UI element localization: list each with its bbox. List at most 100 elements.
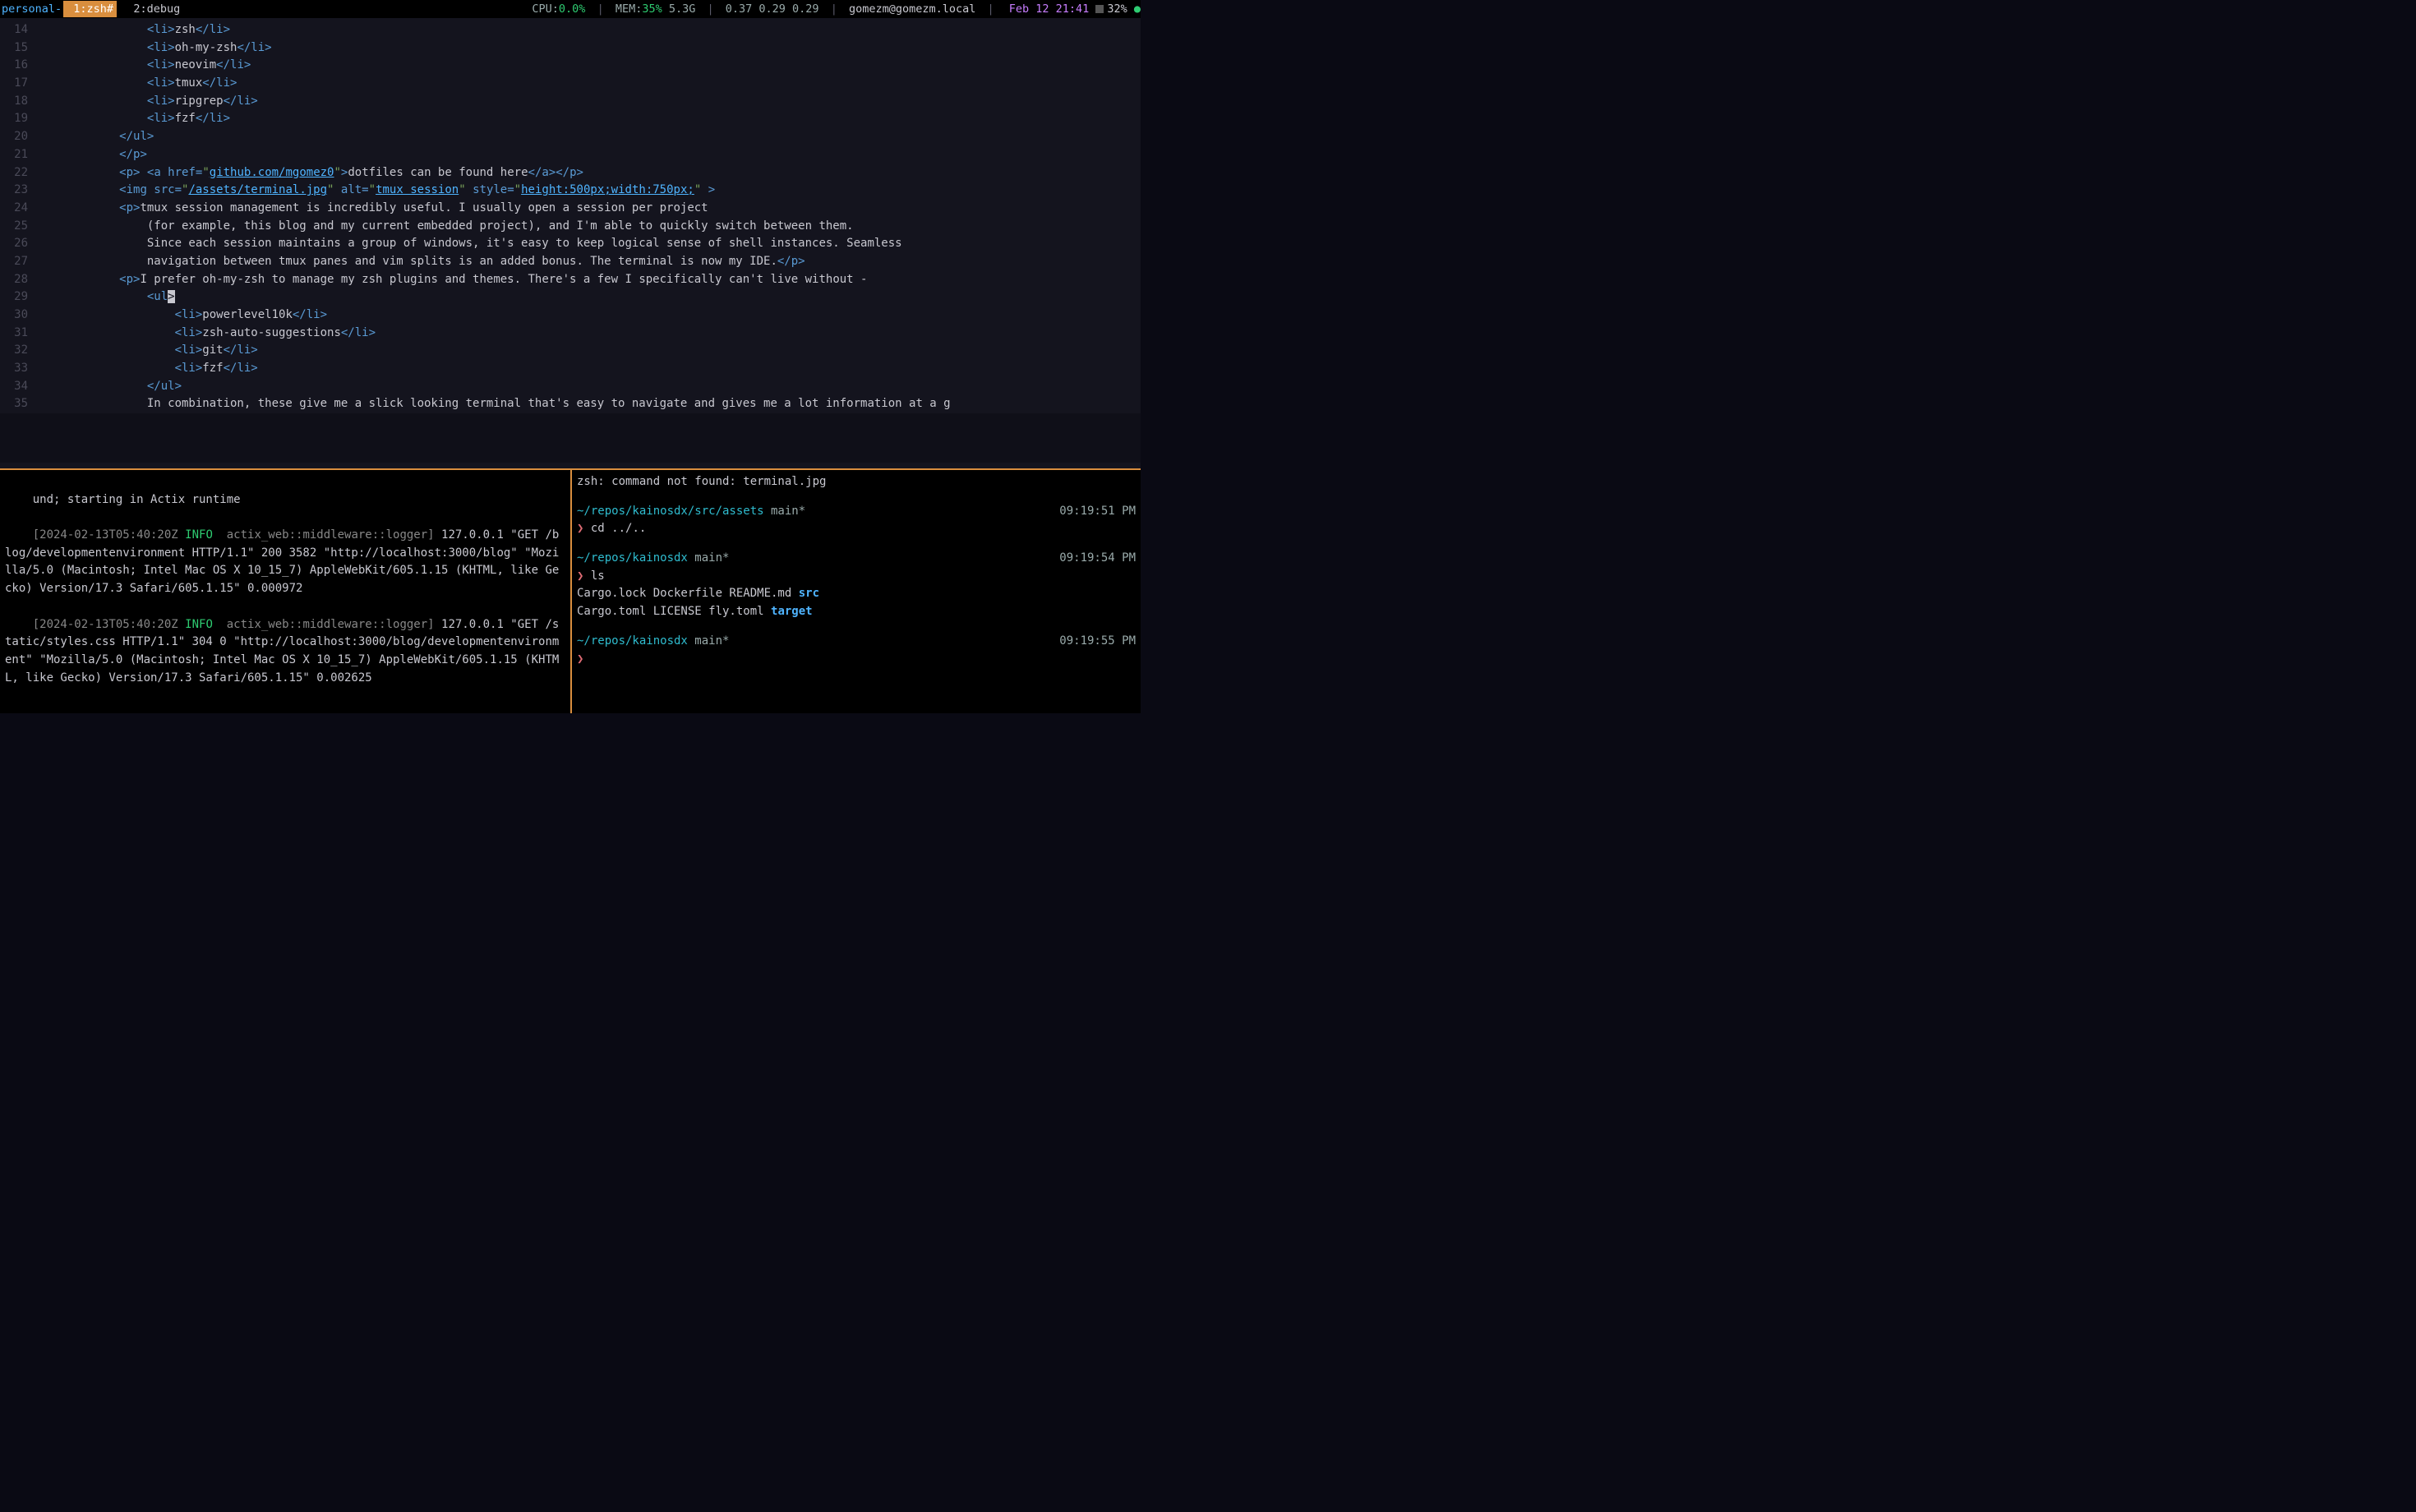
log-module: actix_web::middleware::logger]	[213, 618, 435, 631]
code-content[interactable]: <p> <a href="github.com/mgomez0">dotfile…	[36, 164, 1141, 182]
line-number: 25	[0, 218, 36, 236]
shell-command: ls	[591, 569, 605, 583]
code-content[interactable]: </p>	[36, 146, 1141, 164]
prompt-time: 09:19:51 PM	[1059, 503, 1136, 521]
code-content[interactable]: <li>zsh</li>	[36, 21, 1141, 39]
ls-dir: src	[799, 587, 819, 600]
load-avg: 0.37 0.29 0.29	[726, 1, 819, 18]
code-line[interactable]: 25 (for example, this blog and my curren…	[0, 218, 1141, 236]
separator: |	[975, 1, 1005, 18]
code-area[interactable]: 14 <li>zsh</li>15 <li>oh-my-zsh</li>16 <…	[0, 18, 1141, 413]
code-content[interactable]: <ul>	[36, 288, 1141, 307]
line-number: 27	[0, 253, 36, 271]
line-number: 15	[0, 39, 36, 58]
mem-percent: 35%	[642, 1, 662, 18]
cpu-label: CPU:	[532, 1, 559, 18]
prompt-branch: main*	[688, 551, 730, 565]
code-content[interactable]: navigation between tmux panes and vim sp…	[36, 253, 1141, 271]
code-content[interactable]: <img src="/assets/terminal.jpg" alt="tmu…	[36, 182, 1141, 200]
line-number: 18	[0, 93, 36, 111]
code-line[interactable]: 28 <p>I prefer oh-my-zsh to manage my zs…	[0, 271, 1141, 289]
line-number: 17	[0, 75, 36, 93]
code-content[interactable]: <li>zsh-auto-suggestions</li>	[36, 325, 1141, 343]
code-line[interactable]: 34 </ul>	[0, 378, 1141, 396]
code-line[interactable]: 26 Since each session maintains a group …	[0, 235, 1141, 253]
window-inactive[interactable]: 2:debug	[117, 1, 183, 18]
code-content[interactable]: </ul>	[36, 378, 1141, 396]
code-content[interactable]: <li>fzf</li>	[36, 110, 1141, 128]
code-content[interactable]: </ul>	[36, 128, 1141, 146]
ls-output-line: Cargo.toml LICENSE fly.toml target	[577, 603, 1136, 621]
line-number: 14	[0, 21, 36, 39]
code-content[interactable]: <p>I prefer oh-my-zsh to manage my zsh p…	[36, 271, 1141, 289]
code-line[interactable]: 15 <li>oh-my-zsh</li>	[0, 39, 1141, 58]
code-line[interactable]: 18 <li>ripgrep</li>	[0, 93, 1141, 111]
code-content[interactable]: <li>neovim</li>	[36, 57, 1141, 75]
code-content[interactable]: In combination, these give me a slick lo…	[36, 395, 1141, 413]
code-line[interactable]: 14 <li>zsh</li>	[0, 21, 1141, 39]
line-number: 19	[0, 110, 36, 128]
code-line[interactable]: 35 In combination, these give me a slick…	[0, 395, 1141, 413]
log-line: und; starting in Actix runtime	[33, 493, 241, 506]
status-right: CPU: 0.0% | MEM: 35% 5.3G | 0.37 0.29 0.…	[532, 1, 1141, 18]
code-line[interactable]: 30 <li>powerlevel10k</li>	[0, 307, 1141, 325]
code-line[interactable]: 32 <li>git</li>	[0, 342, 1141, 360]
mem-label: MEM:	[616, 1, 643, 18]
code-line[interactable]: 27 navigation between tmux panes and vim…	[0, 253, 1141, 271]
line-number: 22	[0, 164, 36, 182]
session-name[interactable]: personal-	[0, 1, 63, 18]
code-content[interactable]: <li>powerlevel10k</li>	[36, 307, 1141, 325]
code-content[interactable]: <li>fzf</li>	[36, 360, 1141, 378]
line-number: 32	[0, 342, 36, 360]
battery: 32% ●	[1092, 1, 1141, 18]
code-line[interactable]: 21 </p>	[0, 146, 1141, 164]
prompt-time: 09:19:54 PM	[1059, 550, 1136, 568]
line-number: 28	[0, 271, 36, 289]
window-active[interactable]: 1:zsh#	[63, 1, 117, 18]
code-line[interactable]: 16 <li>neovim</li>	[0, 57, 1141, 75]
tmux-status-bar: personal- 1:zsh# 2:debug CPU: 0.0% | MEM…	[0, 0, 1141, 18]
prompt-caret-icon: ❯	[577, 652, 583, 666]
line-number: 35	[0, 395, 36, 413]
code-content[interactable]: <li>oh-my-zsh</li>	[36, 39, 1141, 58]
code-line[interactable]: 23 <img src="/assets/terminal.jpg" alt="…	[0, 182, 1141, 200]
line-number: 26	[0, 235, 36, 253]
cpu-value: 0.0%	[559, 1, 586, 18]
battery-icon	[1095, 5, 1104, 13]
bottom-split: und; starting in Actix runtime [2024-02-…	[0, 470, 1141, 713]
code-line[interactable]: 17 <li>tmux</li>	[0, 75, 1141, 93]
line-number: 31	[0, 325, 36, 343]
mem-abs: 5.3G	[662, 1, 696, 18]
user-host: gomezm@gomezm.local	[849, 1, 975, 18]
date-time: Feb 12 21:41	[1006, 1, 1093, 18]
status-left: personal- 1:zsh# 2:debug	[0, 1, 183, 18]
prompt-branch: main*	[688, 634, 730, 648]
line-number: 34	[0, 378, 36, 396]
code-line[interactable]: 29 <ul>	[0, 288, 1141, 307]
line-number: 29	[0, 288, 36, 307]
code-content[interactable]: (for example, this blog and my current e…	[36, 218, 1141, 236]
editor-blank-area	[0, 413, 1141, 463]
code-content[interactable]: <li>git</li>	[36, 342, 1141, 360]
separator: |	[695, 1, 725, 18]
code-line[interactable]: 22 <p> <a href="github.com/mgomez0">dotf…	[0, 164, 1141, 182]
prompt-path: ~/repos/kainosdx/src/assets	[577, 505, 764, 518]
shell-command: cd ../..	[591, 522, 646, 535]
editor-pane[interactable]: 14 <li>zsh</li>15 <li>oh-my-zsh</li>16 <…	[0, 18, 1141, 468]
shell-pane[interactable]: zsh: command not found: terminal.jpg ~/r…	[572, 470, 1141, 713]
prompt-caret-icon: ❯	[577, 522, 583, 535]
code-line[interactable]: 31 <li>zsh-auto-suggestions</li>	[0, 325, 1141, 343]
code-content[interactable]: <p>tmux session management is incredibly…	[36, 200, 1141, 218]
code-line[interactable]: 33 <li>fzf</li>	[0, 360, 1141, 378]
code-line[interactable]: 20 </ul>	[0, 128, 1141, 146]
code-content[interactable]: <li>ripgrep</li>	[36, 93, 1141, 111]
code-line[interactable]: 24 <p>tmux session management is incredi…	[0, 200, 1141, 218]
log-timestamp: [2024-02-13T05:40:20Z	[33, 528, 185, 542]
log-pane[interactable]: und; starting in Actix runtime [2024-02-…	[0, 470, 570, 713]
ls-dir: target	[771, 605, 813, 618]
code-line[interactable]: 19 <li>fzf</li>	[0, 110, 1141, 128]
code-content[interactable]: <li>tmux</li>	[36, 75, 1141, 93]
code-content[interactable]: Since each session maintains a group of …	[36, 235, 1141, 253]
log-module: actix_web::middleware::logger]	[213, 528, 435, 542]
separator: |	[585, 1, 615, 18]
